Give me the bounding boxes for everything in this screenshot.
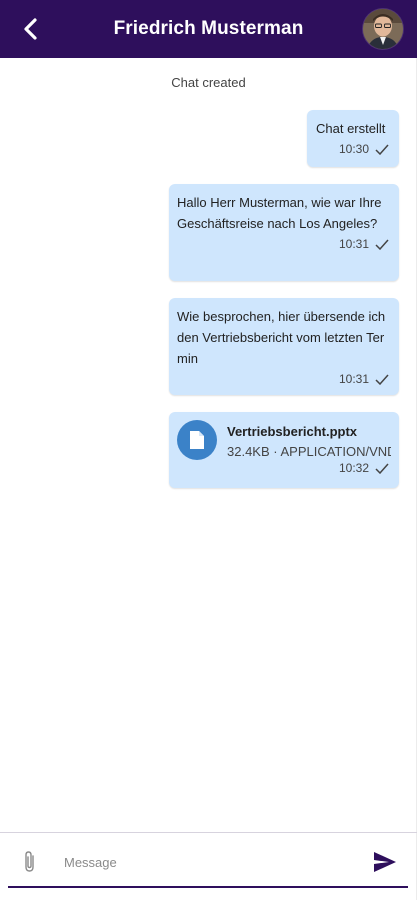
send-button[interactable] (373, 851, 397, 873)
message-time: 10:30 (338, 141, 369, 156)
file-info: Vertriebsbericht.pptx 32.4KB · APPLICATI… (227, 420, 391, 462)
check-icon (375, 239, 389, 250)
message-list[interactable]: Chat created Chat erstellt 10:30 Hallo H… (0, 58, 417, 830)
message-time: 10:32 (338, 460, 369, 475)
message-composer (0, 832, 417, 891)
message-text: Chat erstellt (316, 121, 386, 136)
message-meta: 10:31 (169, 369, 399, 389)
message-meta: 10:30 (307, 139, 399, 159)
back-button[interactable] (14, 13, 46, 45)
check-icon (375, 144, 389, 155)
app-header: Friedrich Musterman (0, 0, 417, 58)
paperclip-icon (25, 851, 34, 872)
chat-title: Friedrich Musterman (113, 18, 304, 39)
message-text: Wie besprochen, hier übersende ich den V… (177, 309, 386, 366)
avatar[interactable] (363, 9, 403, 49)
message-meta: 10:31 (169, 234, 399, 254)
message-bubble[interactable]: Wie besprochen, hier übersende ich den V… (169, 298, 399, 395)
message-time: 10:31 (338, 371, 369, 386)
check-icon (375, 374, 389, 385)
avatar-image (363, 9, 403, 49)
chevron-left-icon (24, 18, 37, 40)
message-input[interactable] (62, 847, 366, 877)
message-time: 10:31 (338, 236, 369, 251)
file-message-bubble[interactable]: Vertriebsbericht.pptx 32.4KB · APPLICATI… (169, 412, 399, 488)
file-name: Vertriebsbericht.pptx (227, 424, 358, 439)
message-bubble[interactable]: Hallo Herr Musterman, wie war Ihre Gesch… (169, 184, 399, 281)
check-icon (375, 463, 389, 474)
input-underline (8, 886, 408, 888)
system-message: Chat created (171, 75, 246, 90)
message-bubble[interactable]: Chat erstellt 10:30 (307, 110, 399, 167)
document-icon (190, 431, 204, 449)
send-icon (374, 852, 396, 872)
file-attachment[interactable]: Vertriebsbericht.pptx 32.4KB · APPLICATI… (169, 412, 399, 462)
attach-button[interactable] (20, 850, 40, 874)
document-icon-badge[interactable] (177, 420, 217, 460)
message-text: Hallo Herr Musterman, wie war Ihre Gesch… (177, 195, 382, 231)
